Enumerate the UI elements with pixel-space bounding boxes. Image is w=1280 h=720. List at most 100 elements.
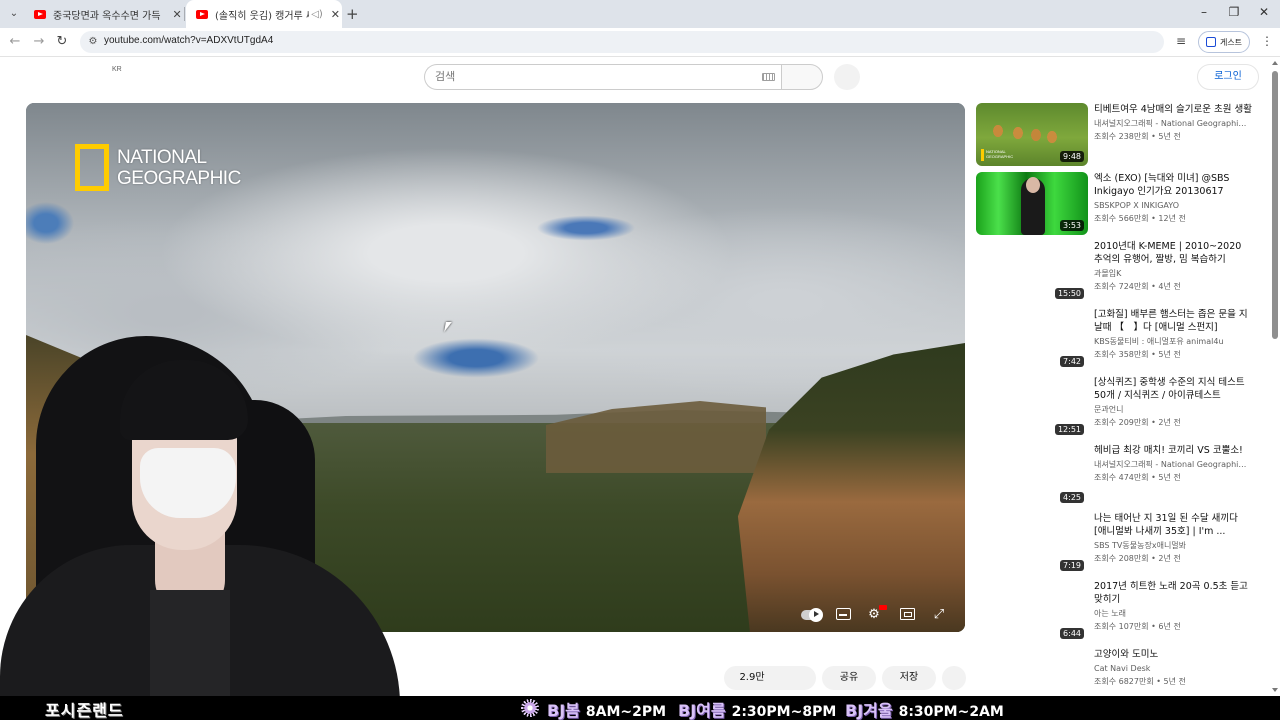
browser-tab-2[interactable]: (솔직히 웃김) 캥거루 싸움 ◁) ✕ bbox=[186, 0, 342, 28]
rec-meta: 조회수 209만회 • 2년 전 bbox=[1094, 418, 1181, 427]
guest-profile-button[interactable]: 게스트 bbox=[1198, 31, 1250, 53]
fullscreen-icon[interactable]: ⤢ bbox=[928, 604, 950, 626]
scroll-up-arrow-icon[interactable] bbox=[1272, 61, 1278, 65]
rec-channel[interactable]: Cat Navi Desk bbox=[1094, 663, 1250, 675]
rec-title[interactable]: 티베트여우 4남매의 슬기로운 초원 생활 bbox=[1094, 103, 1252, 116]
browser-toolbar: ← → ↻ ⚙ youtube.com/watch?v=ADXVtUTgdA4 … bbox=[0, 28, 1280, 57]
rec-thumbnail[interactable]: 7:19 bbox=[976, 512, 1088, 575]
more-actions-button[interactable] bbox=[942, 666, 966, 690]
rec-channel[interactable]: KBS동물티비 : 애니멀포유 animal4u bbox=[1094, 336, 1250, 348]
rec-item[interactable]: 15:50 2010년대 K-MEME | 2010~2020 추억의 유행어,… bbox=[976, 240, 1266, 304]
share-button[interactable]: 공유 bbox=[822, 666, 876, 690]
rec-title[interactable]: [고화질] 배부른 햄스터는 좁은 문을 지날때 【 】다 [애니멀 스펀지] bbox=[1094, 308, 1252, 334]
rec-channel[interactable]: 문과언니 bbox=[1094, 404, 1250, 416]
rec-meta: 조회수 238만회 • 5년 전 bbox=[1094, 132, 1181, 141]
fox-image bbox=[988, 113, 1058, 149]
browser-tab-strip: ⌄ 중국당면과 옥수수면 가득 마라 ✕ (솔직히 웃김) 캥거루 싸움 ◁) … bbox=[0, 0, 1280, 28]
tab-title: 중국당면과 옥수수면 가득 마라 bbox=[53, 10, 164, 22]
forward-arrow-icon[interactable]: → bbox=[30, 33, 48, 51]
singer-head bbox=[1026, 177, 1040, 193]
rec-meta: 조회수 107만회 • 6년 전 bbox=[1094, 622, 1181, 631]
rec-meta: 조회수 208만회 • 2년 전 bbox=[1094, 554, 1181, 563]
streamer-inner-top bbox=[150, 590, 230, 696]
flower-icon bbox=[521, 699, 539, 717]
rec-item[interactable]: 고양이와 도미노 Cat Navi Desk 조회수 6827만회 • 5년 전 bbox=[976, 648, 1266, 696]
search-input[interactable] bbox=[435, 70, 735, 83]
subtitles-icon[interactable] bbox=[836, 608, 851, 620]
rec-channel[interactable]: 내셔널지오그래픽 - National Geographic K... bbox=[1094, 459, 1250, 471]
search-box[interactable] bbox=[424, 64, 781, 90]
rec-item[interactable]: 6:44 2017년 히트한 노래 20곡 0.5초 듣고 맞히기 아는 노래 … bbox=[976, 580, 1266, 644]
rec-title[interactable]: 2017년 히트한 노래 20곡 0.5초 듣고 맞히기 bbox=[1094, 580, 1252, 606]
streamer-webcam-overlay bbox=[0, 330, 400, 696]
rec-channel[interactable]: 내셔널지오그래픽 - National Geographic K... bbox=[1094, 118, 1250, 130]
rec-thumbnail[interactable]: 3:53 bbox=[976, 172, 1088, 235]
rec-thumbnail[interactable]: 4:25 bbox=[976, 444, 1088, 507]
reading-list-icon[interactable]: ≡ bbox=[1176, 34, 1186, 48]
like-count: 2.9만 bbox=[739, 672, 765, 683]
rec-thumbnail[interactable]: 12:51 bbox=[976, 376, 1088, 439]
tab-title: (솔직히 웃김) 캥거루 싸움 bbox=[215, 10, 309, 22]
rec-title[interactable]: 2010년대 K-MEME | 2010~2020 추억의 유행어, 짤방, 밈… bbox=[1094, 240, 1252, 266]
tab-close-icon[interactable]: ✕ bbox=[170, 8, 184, 21]
keyboard-icon[interactable] bbox=[762, 73, 775, 81]
page-scrollbar[interactable] bbox=[1270, 57, 1280, 696]
new-tab-plus-icon[interactable]: + bbox=[346, 5, 359, 23]
save-button[interactable]: 저장 bbox=[882, 666, 936, 690]
voice-search-button[interactable] bbox=[834, 64, 860, 90]
duration-badge: 6:44 bbox=[1060, 628, 1084, 639]
rec-channel[interactable]: SBS TV동물농장x애니멀봐 bbox=[1094, 540, 1250, 552]
rec-channel[interactable]: 과몰입K bbox=[1094, 268, 1250, 280]
url-text: youtube.com/watch?v=ADXVtUTgdA4 bbox=[104, 35, 274, 46]
rec-thumbnail[interactable]: 6:44 bbox=[976, 580, 1088, 643]
schedule-slot: BJ여름 2:30PM~8PM bbox=[678, 697, 836, 720]
rec-item[interactable]: 12:51 [상식퀴즈] 중학생 수준의 지식 테스트 50개 / 지식퀴즈 /… bbox=[976, 376, 1266, 440]
rec-item[interactable]: 7:19 나는 태어난 지 31일 된 수달 새끼다 [애니멀봐 나새끼 35호… bbox=[976, 512, 1266, 576]
rec-thumbnail[interactable]: 15:50 bbox=[976, 240, 1088, 303]
natgeo-watermark: NATIONAL GEOGRAPHIC bbox=[75, 144, 241, 191]
close-window-icon[interactable]: ✕ bbox=[1254, 5, 1274, 19]
rec-meta: 조회수 566만회 • 12년 전 bbox=[1094, 214, 1186, 223]
rec-item[interactable]: 4:25 헤비급 최강 매치! 코끼리 VS 코뿔소! 내셔널지오그래픽 - N… bbox=[976, 444, 1266, 508]
chrome-menu-icon[interactable]: ⋮ bbox=[1261, 34, 1273, 48]
rec-item[interactable]: 7:42 [고화질] 배부른 햄스터는 좁은 문을 지날때 【 】다 [애니멀 … bbox=[976, 308, 1266, 372]
rec-meta: 조회수 474만회 • 5년 전 bbox=[1094, 473, 1181, 482]
site-info-icon[interactable]: ⚙ bbox=[86, 35, 100, 49]
rec-thumbnail[interactable]: NATIONAL GEOGRAPHIC 9:48 bbox=[976, 103, 1088, 166]
reload-icon[interactable]: ↻ bbox=[53, 33, 71, 51]
region-badge: KR bbox=[112, 66, 122, 73]
rec-title[interactable]: 엑소 (EXO) [늑대와 미녀] @SBS Inkigayo 인기가요 201… bbox=[1094, 172, 1252, 198]
rec-meta: 조회수 724만회 • 4년 전 bbox=[1094, 282, 1181, 291]
tab-close-icon[interactable]: ✕ bbox=[329, 8, 342, 21]
browser-tab-1[interactable]: 중국당면과 옥수수면 가득 마라 ✕ bbox=[24, 0, 184, 28]
duration-badge: 12:51 bbox=[1054, 424, 1084, 435]
address-bar[interactable]: ⚙ youtube.com/watch?v=ADXVtUTgdA4 bbox=[80, 31, 1164, 53]
youtube-masthead: KR 로그인 bbox=[0, 57, 1270, 97]
tab-audio-icon[interactable]: ◁) bbox=[311, 9, 323, 20]
scroll-down-arrow-icon[interactable] bbox=[1272, 688, 1278, 692]
minimize-window-icon[interactable]: – bbox=[1194, 5, 1214, 19]
schedule-bj: BJ겨울 bbox=[845, 701, 893, 720]
back-arrow-icon[interactable]: ← bbox=[6, 33, 24, 51]
theater-mode-icon[interactable] bbox=[900, 608, 915, 620]
rec-title[interactable]: [상식퀴즈] 중학생 수준의 지식 테스트 50개 / 지식퀴즈 / 아이큐테스… bbox=[1094, 376, 1252, 402]
search-button[interactable] bbox=[781, 64, 823, 90]
rec-meta: 조회수 358만회 • 5년 전 bbox=[1094, 350, 1181, 359]
restore-window-icon[interactable]: ❐ bbox=[1224, 5, 1244, 19]
tab-search-chevron-icon[interactable]: ⌄ bbox=[6, 6, 22, 22]
stream-channel-name: 포시즌랜드 bbox=[45, 701, 124, 720]
rec-title[interactable]: 나는 태어난 지 31일 된 수달 새끼다 [애니멀봐 나새끼 35호] | I… bbox=[1094, 512, 1252, 538]
schedule-time: 2:30PM~8PM bbox=[731, 704, 837, 720]
rec-thumbnail[interactable]: 7:42 bbox=[976, 308, 1088, 371]
autoplay-toggle[interactable] bbox=[801, 608, 823, 622]
rec-title[interactable]: 헤비급 최강 매치! 코끼리 VS 코뿔소! bbox=[1094, 444, 1252, 457]
rec-item[interactable]: NATIONAL GEOGRAPHIC 9:48 티베트여우 4남매의 슬기로운 … bbox=[976, 103, 1266, 167]
login-button[interactable]: 로그인 bbox=[1197, 64, 1259, 90]
scrollbar-thumb[interactable] bbox=[1272, 71, 1278, 339]
schedule-time: 8AM~2PM bbox=[585, 704, 667, 720]
rec-channel[interactable]: SBSKPOP X INKIGAYO bbox=[1094, 200, 1250, 212]
rec-channel[interactable]: 아는 노래 bbox=[1094, 608, 1250, 620]
rec-title[interactable]: 고양이와 도미노 bbox=[1094, 648, 1252, 661]
rec-item[interactable]: 3:53 엑소 (EXO) [늑대와 미녀] @SBS Inkigayo 인기가… bbox=[976, 172, 1266, 236]
like-button[interactable]: 2.9만 bbox=[724, 666, 816, 690]
